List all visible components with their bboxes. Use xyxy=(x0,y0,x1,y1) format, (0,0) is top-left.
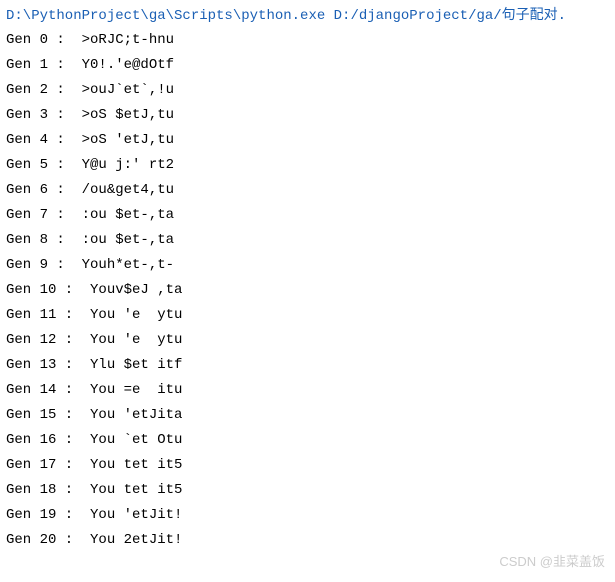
output-line: Gen 20 : You 2etJit! xyxy=(6,528,609,553)
output-line: Gen 1 : Y0!.'e@dOtf xyxy=(6,53,609,78)
output-line: Gen 14 : You =e itu xyxy=(6,378,609,403)
watermark: CSDN @韭菜盖饭 xyxy=(499,551,605,570)
output-line: Gen 11 : You 'e ytu xyxy=(6,303,609,328)
output-line: Gen 12 : You 'e ytu xyxy=(6,328,609,353)
console-output: Gen 0 : >oRJC;t-hnuGen 1 : Y0!.'e@dOtfGe… xyxy=(0,28,615,553)
output-line: Gen 0 : >oRJC;t-hnu xyxy=(6,28,609,53)
output-line: Gen 19 : You 'etJit! xyxy=(6,503,609,528)
output-line: Gen 5 : Y@u j:' rt2 xyxy=(6,153,609,178)
output-line: Gen 2 : >ouJ`et`,!u xyxy=(6,78,609,103)
output-line: Gen 15 : You 'etJita xyxy=(6,403,609,428)
output-line: Gen 13 : Ylu $et itf xyxy=(6,353,609,378)
output-line: Gen 16 : You `et Otu xyxy=(6,428,609,453)
command-text: D:\PythonProject\ga\Scripts\python.exe D… xyxy=(6,8,566,24)
output-line: Gen 10 : Youv$eJ ,ta xyxy=(6,278,609,303)
output-line: Gen 3 : >oS $etJ,tu xyxy=(6,103,609,128)
watermark-text: CSDN @韭菜盖饭 xyxy=(499,554,605,569)
command-line: D:\PythonProject\ga\Scripts\python.exe D… xyxy=(0,0,615,28)
output-line: Gen 4 : >oS 'etJ,tu xyxy=(6,128,609,153)
output-line: Gen 6 : /ou&get4,tu xyxy=(6,178,609,203)
output-line: Gen 18 : You tet it5 xyxy=(6,478,609,503)
output-line: Gen 17 : You tet it5 xyxy=(6,453,609,478)
output-line: Gen 7 : :ou $et-,ta xyxy=(6,203,609,228)
output-line: Gen 9 : Youh*et-,t- xyxy=(6,253,609,278)
output-line: Gen 8 : :ou $et-,ta xyxy=(6,228,609,253)
